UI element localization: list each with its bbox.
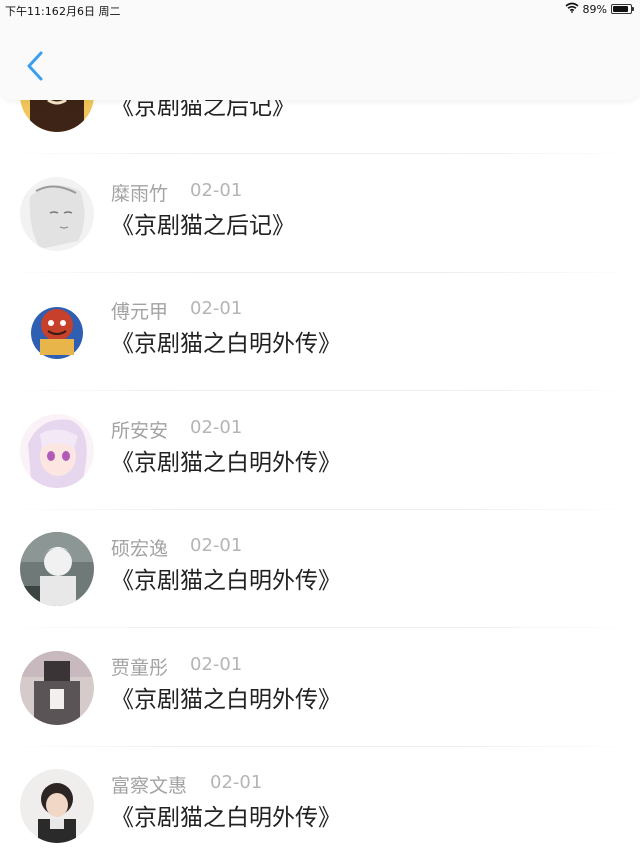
user-name[interactable]: 富察文惠	[111, 771, 187, 798]
avatar[interactable]	[20, 650, 94, 725]
user-name[interactable]: 傅元甲	[111, 297, 168, 324]
item-date: 02-01	[190, 179, 243, 201]
item-title: 《京剧猫之白明外传》	[111, 686, 341, 713]
avatar[interactable]	[20, 413, 94, 488]
status-bar: 下午11:16 2月6日 周二 89%	[0, 0, 640, 20]
list-item[interactable]: 富察文惠 02-01 《京剧猫之白明外传》	[0, 747, 640, 853]
status-time: 下午11:16	[5, 5, 59, 18]
item-title: 《京剧猫之白明外传》	[111, 568, 341, 594]
user-name[interactable]: 糜雨竹	[111, 179, 168, 206]
battery-level	[613, 6, 629, 12]
comment-list[interactable]: 月白洁夜黯然02-02《京剧猫之后记》糜雨竹02-01《京剧猫之后记》傅元甲02…	[0, 72, 640, 853]
item-title: 《京剧猫之白明外传》	[111, 331, 341, 357]
avatar[interactable]	[20, 769, 94, 843]
item-title: 《京剧猫之后记》	[111, 212, 295, 239]
battery-percent: 89%	[582, 2, 607, 16]
list-item[interactable]: 糜雨竹 02-01 《京剧猫之后记》	[0, 155, 640, 273]
item-date: 02-01	[190, 653, 243, 675]
status-indicators: 89%	[565, 2, 634, 16]
list-item[interactable]: 傅元甲 02-01 《京剧猫之白明外传》	[0, 273, 640, 391]
back-button[interactable]	[18, 46, 52, 86]
avatar[interactable]	[20, 295, 94, 369]
item-title: 《京剧猫之白明外传》	[111, 449, 341, 476]
item-date: 02-01	[190, 298, 243, 319]
item-date: 02-01	[210, 772, 263, 793]
avatar[interactable]	[20, 532, 94, 606]
list-item[interactable]: 贾童彤 02-01 《京剧猫之白明外传》	[0, 629, 640, 747]
avatar[interactable]	[20, 176, 94, 251]
screen: 下午11:16 2月6日 周二 89% 月白洁夜黯然02-02《京剧猫	[0, 0, 640, 853]
user-name[interactable]: 所安安	[111, 416, 168, 443]
user-name[interactable]: 贾童彤	[111, 653, 168, 680]
list-item[interactable]: 所安安 02-01 《京剧猫之白明外传》	[0, 392, 640, 510]
item-date: 02-01	[190, 535, 243, 556]
wifi-icon	[565, 2, 579, 16]
item-title: 《京剧猫之白明外传》	[111, 805, 341, 831]
status-date: 2月6日 周二	[59, 5, 121, 18]
user-name[interactable]: 硕宏逸	[111, 534, 168, 561]
chevron-left-icon	[27, 51, 43, 81]
battery-icon	[611, 4, 634, 14]
item-date: 02-01	[190, 416, 243, 438]
list-item[interactable]: 硕宏逸 02-01 《京剧猫之白明外传》	[0, 510, 640, 628]
